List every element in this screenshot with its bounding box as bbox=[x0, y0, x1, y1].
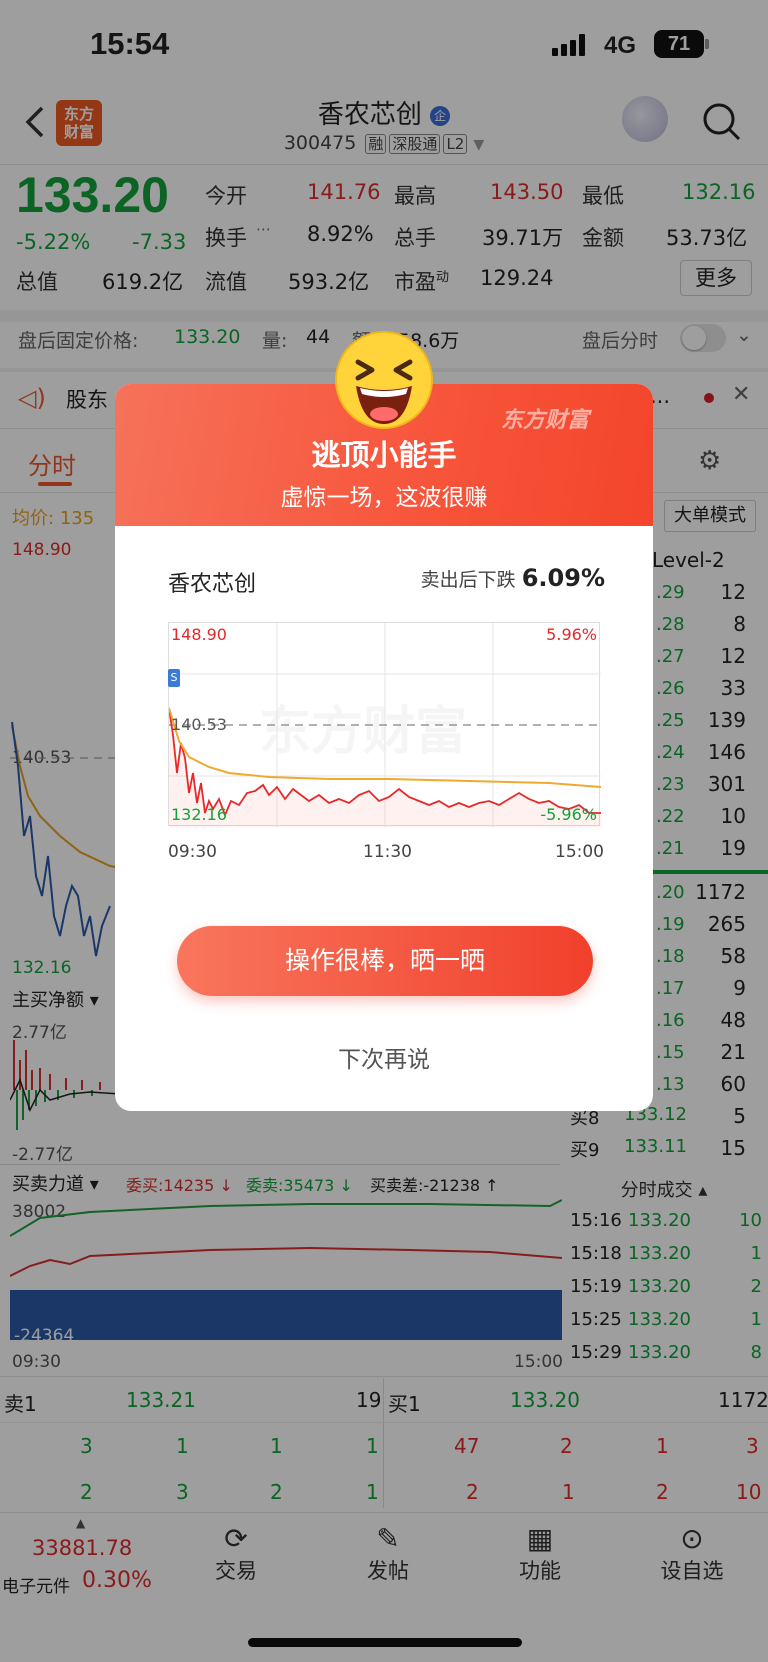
dialog-brand-watermark: 东方财富 bbox=[501, 408, 590, 433]
chart-top-price: 148.90 bbox=[171, 625, 227, 644]
mini-chart-svg bbox=[169, 623, 601, 827]
dialog-title: 逃顶小能手 bbox=[311, 438, 457, 472]
chart-s-marker-icon: S bbox=[168, 669, 180, 687]
chart-time-mid: 11:30 bbox=[363, 842, 412, 862]
dialog-mini-chart: 东方财富 S 148.90 5.96% 140.53 132.16 -5.96% bbox=[168, 622, 601, 827]
share-button[interactable]: 操作很棒，晒一晒 bbox=[177, 926, 593, 996]
chart-mid-price: 140.53 bbox=[171, 715, 227, 734]
dialog-stock-name: 香农芯创 bbox=[168, 572, 257, 597]
dialog-subtitle: 虚惊一场，这波很赚 bbox=[280, 485, 488, 511]
laughing-emoji-icon bbox=[334, 330, 434, 430]
chart-bottom-price: 132.16 bbox=[171, 805, 227, 824]
dialog-drop-info: 卖出后下跌 6.09% bbox=[420, 564, 605, 592]
chart-time-end: 15:00 bbox=[555, 842, 604, 862]
success-dialog: 东方财富 逃顶小能手 虚惊一场，这波很赚 香农芯创 卖出后下跌 6.09% 东方… bbox=[115, 384, 653, 1111]
chart-bottom-pct: -5.96% bbox=[540, 805, 597, 824]
later-button[interactable]: 下次再说 bbox=[115, 1040, 653, 1074]
chart-top-pct: 5.96% bbox=[546, 625, 597, 644]
chart-time-start: 09:30 bbox=[168, 842, 217, 862]
